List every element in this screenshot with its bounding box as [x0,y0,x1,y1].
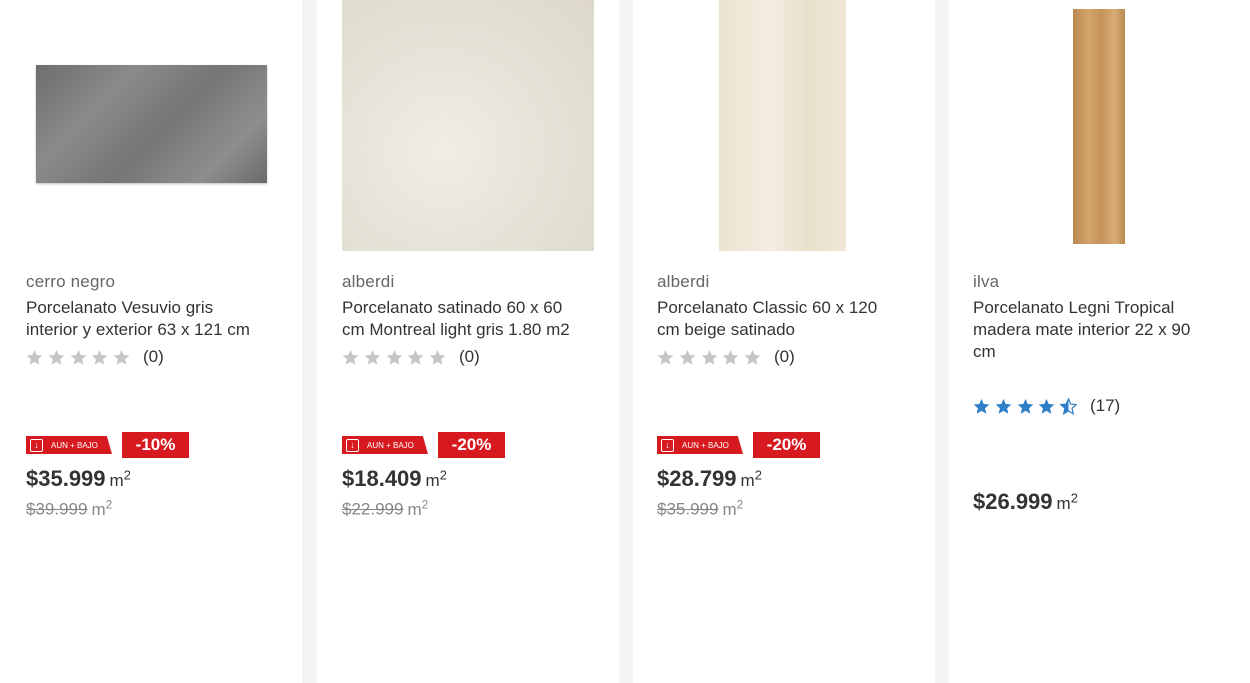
price-down-icon: ↓ [30,438,43,452]
star-empty-icon [386,349,402,365]
product-card[interactable]: ilva Porcelanato Legni Tropical madera m… [949,0,1250,683]
star-empty-icon [744,349,761,365]
rating-count: (0) [458,347,480,366]
badge-row: ↓ AUN + BAJO -20% [657,432,820,458]
rating-count: (0) [142,347,164,366]
product-title-line: Porcelanato Legni Tropical [973,298,1175,317]
product-brand: ilva [973,272,1000,291]
product-title[interactable]: Porcelanato satinado 60 x 60 cm Montreal… [342,297,607,341]
star-empty-icon [48,349,65,365]
price-amount: $18.409 [342,466,422,491]
old-price-unit: m2 [407,497,429,519]
star-half-icon [1060,397,1078,415]
product-image[interactable] [317,0,619,256]
product-price: $35.999 m2 [26,466,131,492]
star-empty-icon [701,349,717,365]
star-empty-icon [92,349,108,365]
product-title-line: Porcelanato Vesuvio gris [26,298,214,317]
old-price-unit: m2 [91,497,113,519]
product-title[interactable]: Porcelanato Legni Tropical madera mate i… [973,297,1238,363]
product-rating: (0) [26,347,164,367]
star-filled-icon [1017,398,1033,414]
price-unit: m2 [109,467,131,490]
discount-badge: -10% [122,432,189,458]
lowest-price-badge: ↓ AUN + BAJO [657,436,743,454]
badge-row: ↓ AUN + BAJO -10% [26,432,189,458]
badge-row: ↓ AUN + BAJO -20% [342,432,505,458]
star-empty-icon [70,349,86,365]
star-empty-icon [657,349,674,365]
star-empty-icon [723,349,739,365]
product-price: $26.999 m2 [973,489,1078,515]
star-empty-icon [364,349,381,365]
product-rating: (0) [657,347,795,367]
star-empty-icon [342,349,359,365]
tile-image-beige [719,0,846,251]
star-filled-icon [995,398,1012,414]
product-title-line: cm [973,342,996,361]
product-title-line: cm beige satinado [657,320,795,339]
product-title-line: cm Montreal light gris 1.80 m2 [342,320,570,339]
star-empty-icon [679,349,696,365]
product-rating: (0) [342,347,480,367]
product-old-price: $22.999 m2 [342,497,428,520]
rating-count: (0) [773,347,795,366]
product-brand: cerro negro [26,272,116,291]
star-empty-icon [408,349,424,365]
product-old-price: $35.999 m2 [657,497,743,520]
tile-image-gray [36,65,267,183]
old-price-amount: $22.999 [342,499,404,519]
rating-stars [973,397,1082,415]
star-empty-icon [113,349,130,365]
product-price: $28.799 m2 [657,466,762,492]
rating-count: (17) [1089,396,1121,415]
lowest-price-badge: ↓ AUN + BAJO [26,436,112,454]
product-brand: alberdi [657,272,710,291]
rating-stars [657,349,766,366]
product-title[interactable]: Porcelanato Vesuvio gris interior y exte… [26,297,286,341]
star-empty-icon [429,349,446,365]
product-price: $18.409 m2 [342,466,447,492]
discount-badge: -20% [438,432,505,458]
star-filled-icon [973,398,990,414]
lowest-price-badge-label: AUN + BAJO [51,440,98,450]
tile-image-wood [1073,9,1125,244]
product-title-line: interior y exterior 63 x 121 cm [26,320,250,339]
price-amount: $35.999 [26,466,106,491]
product-rating[interactable]: (17) [973,396,1120,416]
price-unit: m2 [740,467,762,490]
price-unit: m2 [425,467,447,490]
product-grid: cerro negro Porcelanato Vesuvio gris int… [0,0,1250,683]
discount-badge: -20% [753,432,820,458]
product-title-line: Porcelanato satinado 60 x 60 [342,298,563,317]
star-filled-icon [1039,398,1055,414]
price-amount: $28.799 [657,466,737,491]
lowest-price-badge: ↓ AUN + BAJO [342,436,428,454]
product-title[interactable]: Porcelanato Classic 60 x 120 cm beige sa… [657,297,922,341]
price-amount: $26.999 [973,489,1053,514]
old-price-amount: $39.999 [26,499,88,519]
star-empty-icon [26,349,43,365]
tile-image-light-gray [342,0,594,251]
product-card[interactable]: cerro negro Porcelanato Vesuvio gris int… [0,0,302,683]
product-old-price: $39.999 m2 [26,497,112,520]
product-image[interactable] [949,0,1250,256]
lowest-price-badge-label: AUN + BAJO [367,440,414,450]
product-brand: alberdi [342,272,395,291]
product-card[interactable]: alberdi Porcelanato satinado 60 x 60 cm … [317,0,619,683]
lowest-price-badge-label: AUN + BAJO [682,440,729,450]
product-title-line: madera mate interior 22 x 90 [973,320,1191,339]
old-price-unit: m2 [722,497,744,519]
rating-stars [342,349,451,366]
product-image[interactable] [0,0,302,256]
price-unit: m2 [1056,490,1078,513]
rating-stars [26,349,135,366]
price-down-icon: ↓ [346,438,359,452]
old-price-amount: $35.999 [657,499,719,519]
price-down-icon: ↓ [661,438,674,452]
product-title-line: Porcelanato Classic 60 x 120 [657,298,878,317]
product-image[interactable] [633,0,935,256]
product-card[interactable]: alberdi Porcelanato Classic 60 x 120 cm … [633,0,935,683]
